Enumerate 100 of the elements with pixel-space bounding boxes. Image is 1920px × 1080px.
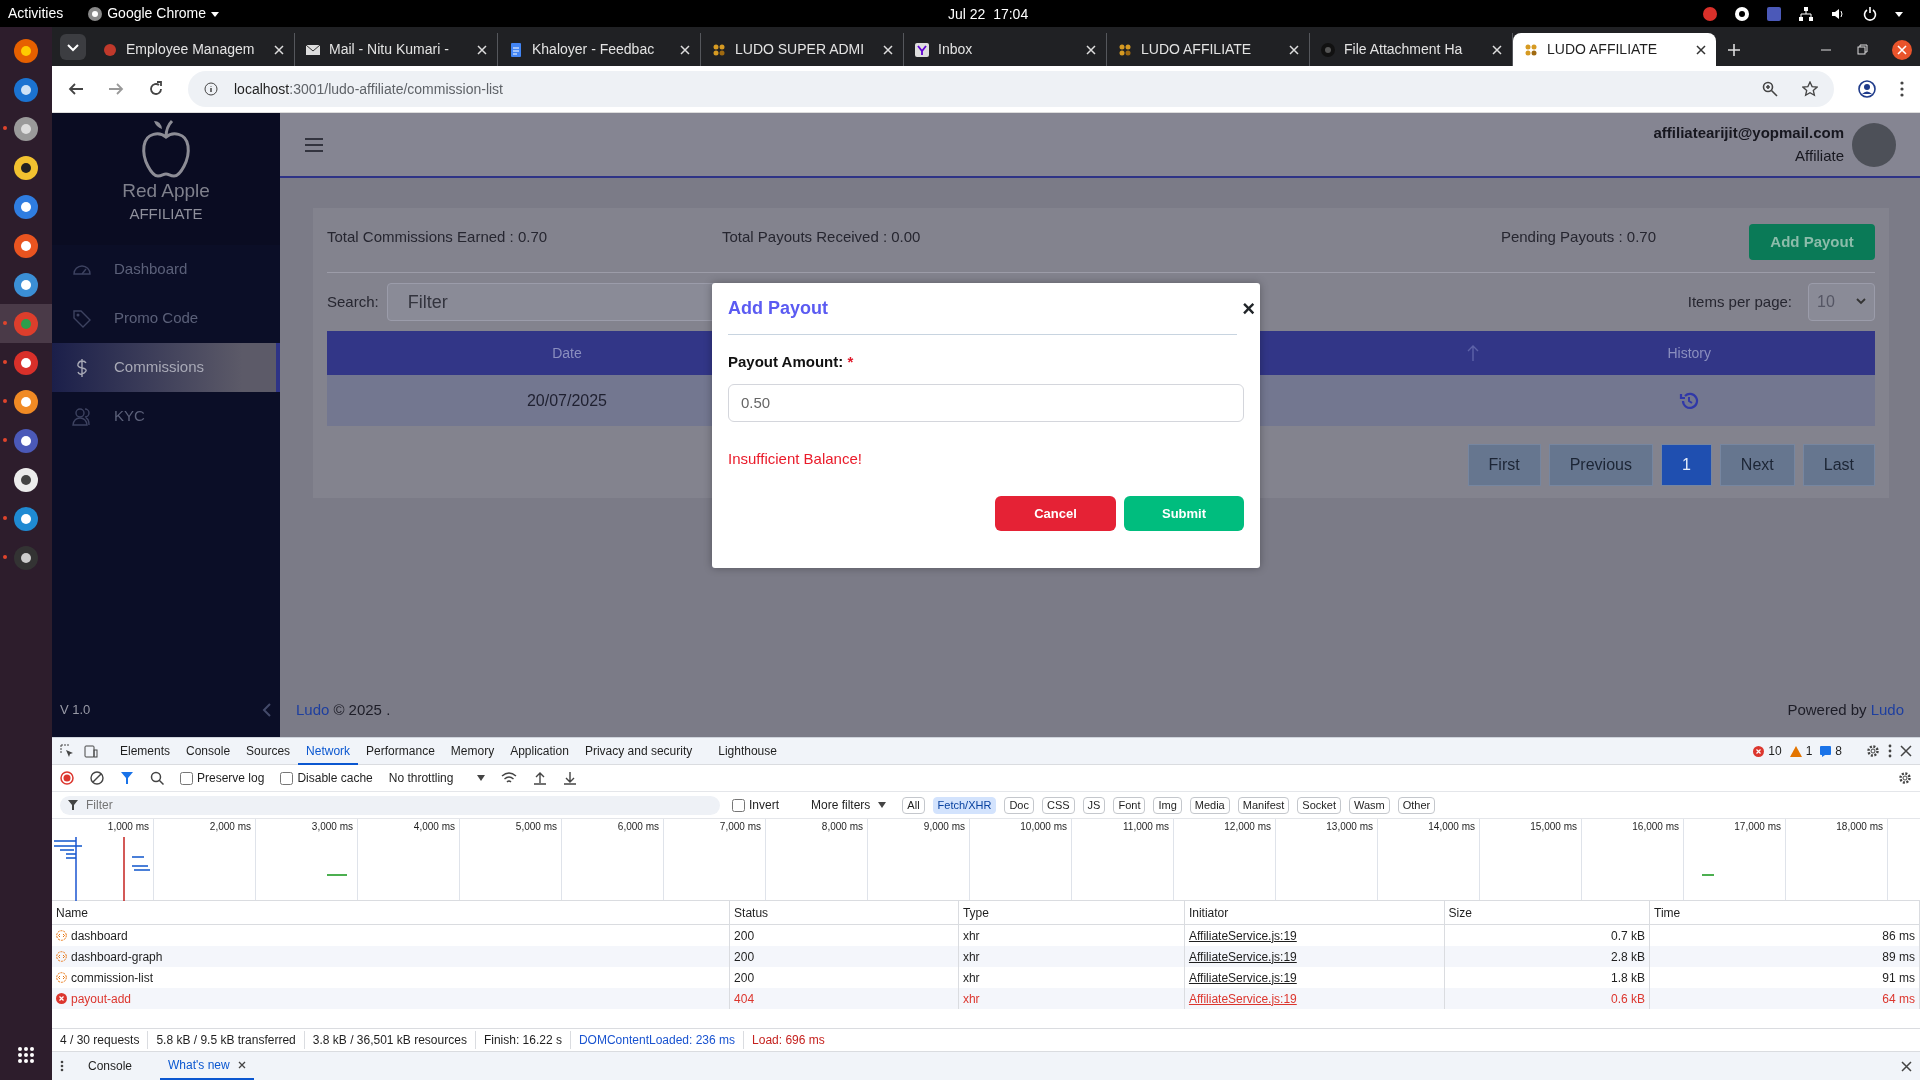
table-cell-text: xhr [962, 990, 980, 1008]
clear-icon[interactable] [90, 771, 104, 785]
zoom-icon[interactable] [1762, 81, 1778, 97]
forward-icon[interactable] [108, 81, 124, 97]
preserve-log-checkbox[interactable] [180, 771, 193, 785]
app-icon[interactable] [13, 37, 39, 64]
star-icon[interactable] [1802, 81, 1818, 97]
sidebar-item[interactable]: Commissions [52, 343, 280, 392]
devtools-tab[interactable]: Console [178, 737, 239, 765]
app-icon[interactable] [13, 232, 39, 259]
type-filter-chip[interactable]: Other [1397, 796, 1436, 814]
initiator-link[interactable]: AffiliateService.js:19 [1188, 926, 1297, 945]
type-filter-chip[interactable]: Fetch/XHR [932, 796, 997, 814]
clock[interactable]: Jul 22 17:04 [948, 4, 1029, 25]
type-filter-chip[interactable]: Media [1189, 796, 1230, 814]
reload-icon[interactable] [148, 81, 164, 97]
devtools-tab[interactable]: Lighthouse [710, 737, 785, 765]
type-filter-chip[interactable]: Wasm [1348, 796, 1390, 814]
warning-icon[interactable] [1789, 745, 1802, 757]
import-icon[interactable] [533, 771, 548, 785]
devtools-tab[interactable]: Application [502, 737, 577, 765]
close-button[interactable]: × [1242, 297, 1255, 320]
throttling-dropdown[interactable]: No throttling [388, 769, 486, 787]
type-filter-chip[interactable]: Socket [1297, 796, 1341, 814]
initiator-link[interactable]: AffiliateService.js:19 [1188, 947, 1297, 966]
close-icon[interactable] [1900, 745, 1912, 757]
app-icon[interactable] [13, 271, 39, 298]
restore-icon[interactable] [1856, 43, 1868, 56]
profile-icon[interactable] [1858, 80, 1876, 98]
devtools-tab[interactable]: Performance [358, 737, 443, 765]
type-filter-chip[interactable]: CSS [1041, 796, 1075, 814]
filter-field[interactable]: Filter [60, 795, 720, 815]
devtools-tab[interactable]: Network [298, 737, 359, 765]
disable-cache-checkbox[interactable] [280, 771, 294, 785]
network-conditions-icon[interactable] [501, 771, 518, 785]
app-grid-icon[interactable] [17, 1046, 35, 1064]
devtools-tab[interactable]: Elements [112, 737, 179, 765]
type-filter-chip[interactable]: Img [1153, 796, 1182, 814]
close-icon[interactable] [1901, 1060, 1912, 1072]
app-icon[interactable] [13, 505, 39, 532]
back-icon[interactable] [68, 81, 84, 97]
count-text: 8 [1835, 743, 1842, 760]
settings-icon[interactable] [1898, 771, 1912, 785]
menu-icon[interactable] [1888, 744, 1892, 758]
app-icon[interactable] [13, 466, 39, 493]
search-icon[interactable] [150, 771, 164, 785]
status-icon[interactable] [1734, 5, 1750, 22]
export-icon[interactable] [563, 771, 578, 785]
settings-icon[interactable] [1866, 744, 1880, 758]
copyright-text: © 2025 . [333, 699, 391, 720]
drawer-tab[interactable]: Console [80, 1052, 145, 1080]
devtools-tab[interactable]: Sources [238, 737, 299, 765]
type-filter-chip[interactable]: All [902, 796, 925, 814]
xhr-icon [56, 930, 67, 941]
app-icon[interactable] [13, 388, 39, 415]
app-icon[interactable] [13, 76, 39, 103]
invert-checkbox[interactable] [732, 798, 745, 812]
table-cell-text: 64 ms [1882, 990, 1915, 1008]
type-filter-chip[interactable]: Font [1113, 796, 1146, 814]
error-message: Insufficient Balance! [728, 448, 863, 469]
new-tab-icon[interactable] [1728, 43, 1740, 56]
app-icon[interactable] [13, 193, 39, 220]
devtools-tab[interactable]: Privacy and security [576, 737, 701, 765]
menu-icon[interactable] [1900, 81, 1904, 97]
message-icon[interactable] [1820, 745, 1832, 757]
error-icon[interactable] [1753, 745, 1765, 757]
checkbox-label: Disable cache [297, 770, 373, 787]
app-icon[interactable] [13, 115, 39, 142]
app-icon[interactable] [13, 427, 39, 454]
app-icon[interactable] [13, 544, 39, 571]
activities-button[interactable]: Activities [8, 3, 64, 24]
close-icon[interactable] [1892, 39, 1912, 60]
tab-search-icon[interactable] [60, 33, 86, 60]
cancel-button[interactable]: Cancel [995, 496, 1116, 531]
app-menu[interactable]: Google Chrome [107, 3, 207, 24]
filter-icon[interactable] [120, 771, 134, 785]
type-filter-chip[interactable]: JS [1082, 796, 1106, 814]
close-icon[interactable] [237, 1061, 246, 1069]
record-icon[interactable] [60, 771, 74, 785]
app-icon[interactable] [13, 154, 39, 181]
column-header: Type [962, 904, 989, 922]
drawer-tab[interactable]: What's new [160, 1052, 254, 1080]
page-button[interactable]: 1 [1660, 444, 1712, 486]
more-filters-dropdown[interactable]: More filters [811, 796, 887, 814]
initiator-link[interactable]: AffiliateService.js:19 [1188, 968, 1297, 987]
app-icon[interactable] [13, 349, 39, 376]
menu-icon[interactable] [60, 1060, 64, 1072]
type-filter-chip[interactable]: Doc [1004, 796, 1034, 814]
column-header: Date [552, 344, 582, 361]
power-icon[interactable] [1862, 5, 1878, 22]
inspect-icon[interactable] [60, 744, 74, 758]
address-bar[interactable]: localhost:3001/ludo-affiliate/commission-list [188, 71, 1834, 107]
devtools-tab[interactable]: Memory [442, 737, 503, 765]
network-icon[interactable] [1798, 5, 1814, 22]
initiator-link[interactable]: AffiliateService.js:19 [1188, 989, 1297, 1008]
payout-amount-field[interactable]: 0.50 [728, 383, 1244, 422]
type-filter-chip[interactable]: Manifest [1237, 796, 1290, 814]
browser-tab[interactable]: LUDO AFFILIATE [1513, 33, 1716, 66]
device-icon[interactable] [84, 744, 98, 758]
close-icon[interactable] [1696, 44, 1706, 55]
